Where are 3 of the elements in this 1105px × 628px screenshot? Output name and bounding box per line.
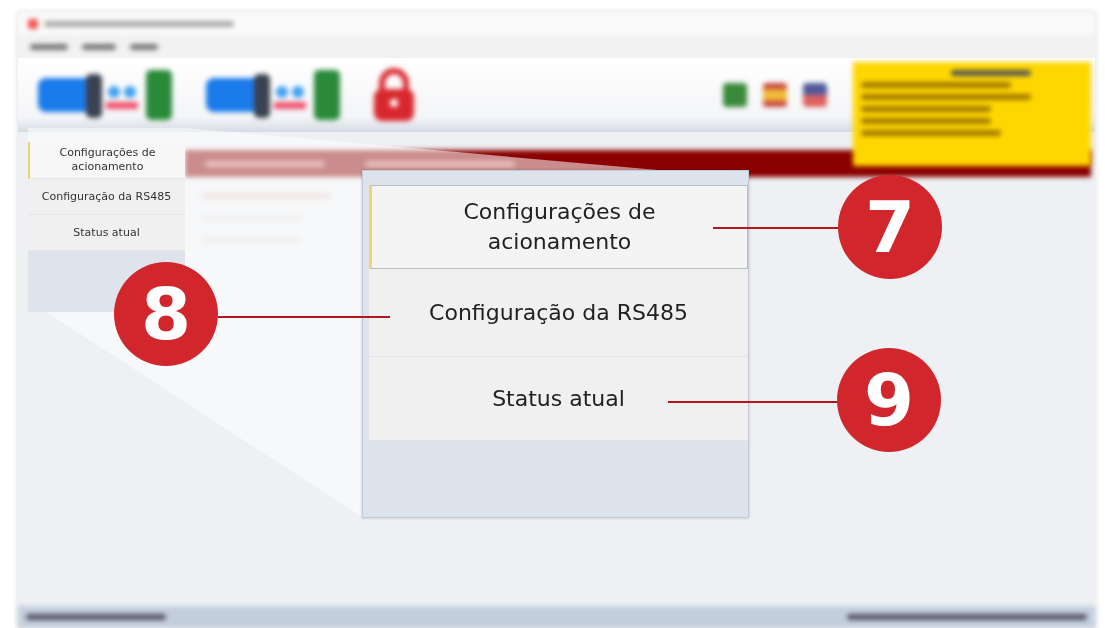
sidebar-tab[interactable]: Status atual (28, 215, 185, 251)
sidebar-tab[interactable]: Configuração da RS485 (28, 179, 185, 215)
sidebar-tab[interactable]: Configurações de acionamento (28, 142, 185, 179)
